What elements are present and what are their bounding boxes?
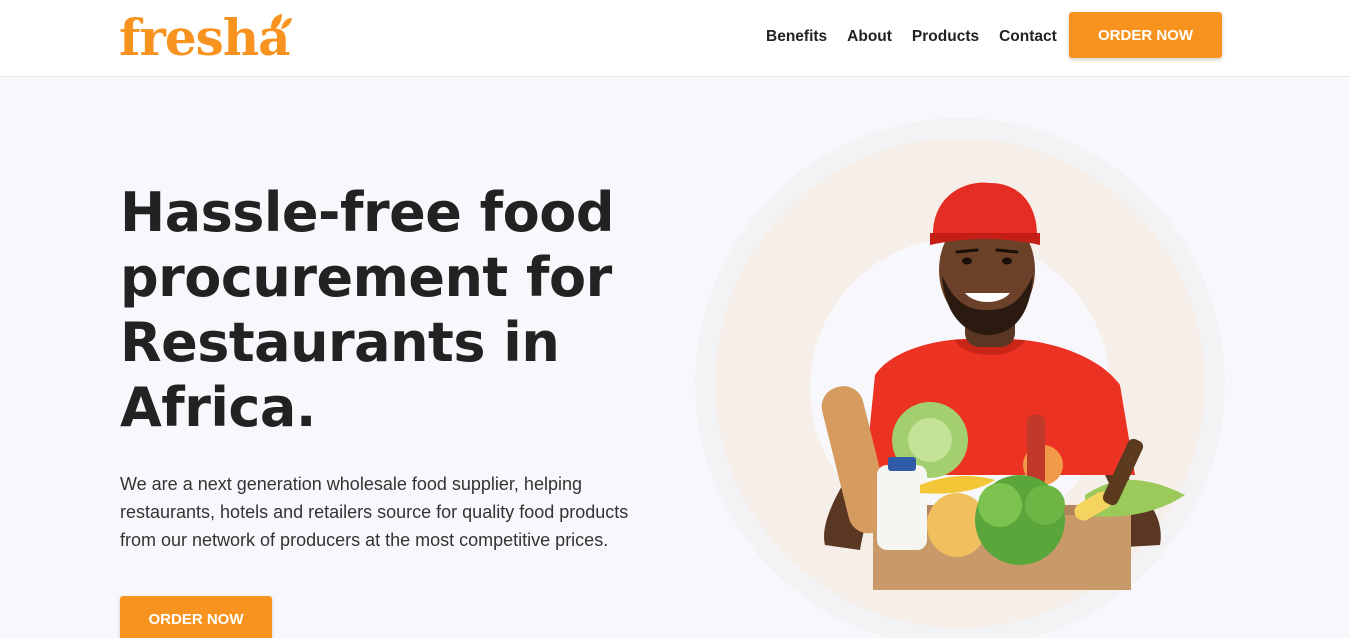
hero-description: We are a next generation wholesale food … — [120, 470, 650, 554]
hero-description-line: from our network of producers at the mos… — [120, 530, 609, 550]
hero-description-line: We are a next generation wholesale food … — [120, 474, 582, 494]
site-header: fresha Benefits About Products Contact O… — [0, 0, 1349, 77]
hero-description-line: restaurants, hotels and retailers source… — [120, 502, 629, 522]
hero-title-line: Africa. — [120, 376, 316, 439]
hero-order-now-button[interactable]: ORDER NOW — [120, 596, 272, 638]
hero-title: Hassle-free food procurement for Restaur… — [120, 180, 680, 440]
hero-title-line: procurement for — [120, 246, 612, 309]
leaf-icon — [270, 14, 292, 31]
logo-text: fresha — [119, 8, 291, 67]
nav-link-products[interactable]: Products — [912, 27, 979, 47]
hero-title-line: Restaurants in — [120, 311, 560, 374]
nav-link-benefits[interactable]: Benefits — [766, 27, 827, 47]
main-nav: Benefits About Products Contact — [766, 27, 1077, 47]
nav-link-about[interactable]: About — [847, 27, 892, 47]
nav-link-contact[interactable]: Contact — [999, 27, 1057, 47]
hero-title-line: Hassle-free food — [120, 181, 614, 244]
header-order-now-button[interactable]: ORDER NOW — [1069, 12, 1222, 58]
delivery-person-with-groceries-image — [821, 182, 1185, 590]
logo[interactable]: fresha — [119, 8, 292, 67]
